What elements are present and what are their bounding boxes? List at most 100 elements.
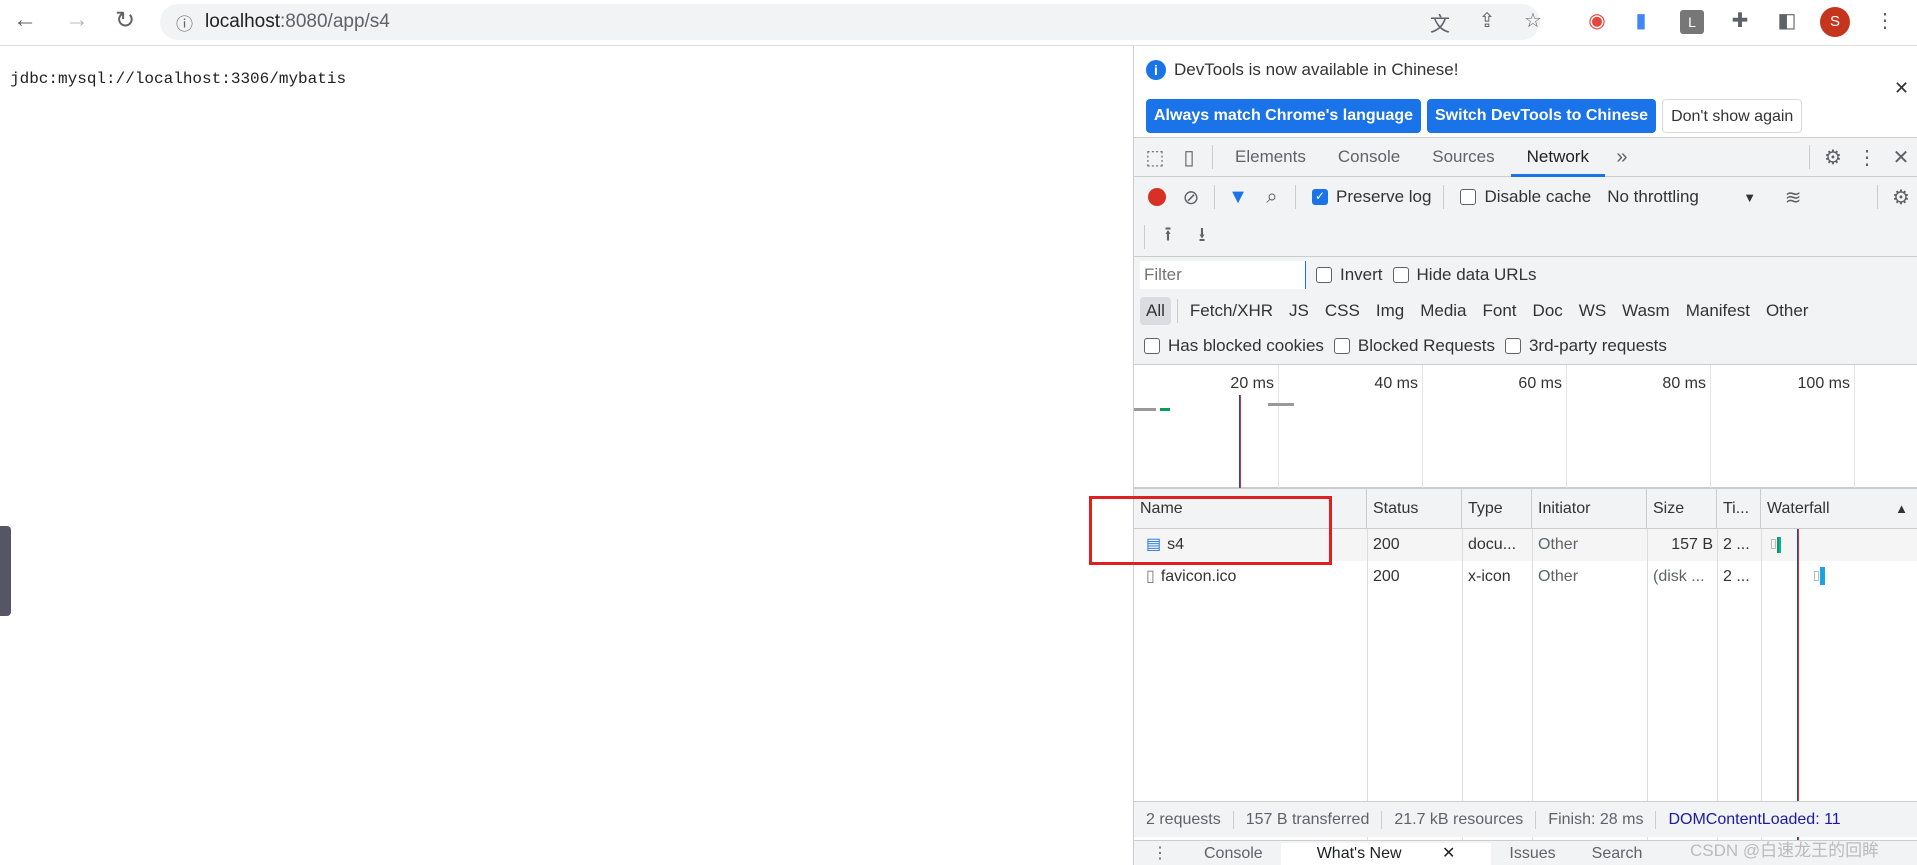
type-filter-other[interactable]: Other xyxy=(1760,297,1815,325)
type-filter-ws[interactable]: WS xyxy=(1573,297,1612,325)
close-devtools-icon[interactable]: ✕ xyxy=(1884,145,1917,170)
request-name[interactable]: ▯ favicon.ico xyxy=(1140,561,1236,593)
drawer-tab-whats-new[interactable]: What's New ✕ xyxy=(1280,843,1492,865)
side-panel-icon[interactable]: ◧ xyxy=(1772,8,1802,33)
tab-elements[interactable]: Elements xyxy=(1219,137,1322,177)
info-icon[interactable]: ⓘ xyxy=(176,10,193,35)
filter-icon[interactable]: ▼ xyxy=(1221,186,1255,209)
export-har-icon[interactable]: ⭳ xyxy=(1185,220,1219,254)
invert-checkbox[interactable] xyxy=(1316,267,1332,283)
forward-icon[interactable]: → xyxy=(60,6,94,34)
side-widget[interactable] xyxy=(0,526,11,616)
share-icon[interactable]: ⇪ xyxy=(1472,8,1502,33)
clear-icon[interactable]: ⊘ xyxy=(1174,185,1208,210)
drawer-tab-console[interactable]: Console xyxy=(1186,843,1281,865)
tick-label: 40 ms xyxy=(1374,375,1418,392)
dont-show-again-button[interactable]: Don't show again xyxy=(1662,99,1803,133)
column-size[interactable]: Size xyxy=(1647,489,1717,529)
request-time: 2 ... xyxy=(1723,568,1750,585)
address-bar[interactable]: ⓘ localhost:8080/app/s4 xyxy=(160,4,1540,40)
settings-gear-icon[interactable]: ⚙ xyxy=(1816,145,1850,170)
inspect-element-icon[interactable]: ⬚ xyxy=(1138,145,1172,170)
info-icon: i xyxy=(1146,60,1166,80)
bookmark-star-icon[interactable]: ☆ xyxy=(1518,8,1548,33)
extension-l-icon[interactable]: L xyxy=(1680,10,1704,34)
column-time[interactable]: Ti... xyxy=(1717,489,1761,529)
request-status: 200 xyxy=(1373,536,1400,553)
banner-buttons: Always match Chrome's language Switch De… xyxy=(1134,98,1917,134)
tab-network[interactable]: Network xyxy=(1510,137,1605,177)
type-filter-doc[interactable]: Doc xyxy=(1527,297,1569,325)
more-options-icon[interactable]: ⋮ xyxy=(1850,145,1884,170)
drawer-menu-icon[interactable]: ⋮ xyxy=(1134,843,1186,865)
translate-icon[interactable]: 文 xyxy=(1425,8,1455,37)
type-filter-css[interactable]: CSS xyxy=(1319,297,1366,325)
network-summary-bar: 2 requests 157 B transferred 21.7 kB res… xyxy=(1134,801,1917,837)
always-match-language-button[interactable]: Always match Chrome's language xyxy=(1146,99,1421,133)
tab-sources[interactable]: Sources xyxy=(1416,137,1510,177)
drawer-tab-issues[interactable]: Issues xyxy=(1491,843,1573,865)
type-filter-font[interactable]: Font xyxy=(1477,297,1523,325)
type-filter-all[interactable]: All xyxy=(1140,297,1171,325)
request-type: docu... xyxy=(1468,536,1517,553)
disable-cache-checkbox[interactable] xyxy=(1460,189,1477,205)
sort-ascending-icon: ▲ xyxy=(1895,501,1908,516)
puzzle-extensions-icon[interactable]: ✚ xyxy=(1725,8,1755,33)
dropdown-arrow-icon[interactable]: ▼ xyxy=(1743,190,1756,205)
type-filter-wasm[interactable]: Wasm xyxy=(1616,297,1676,325)
waterfall-bar xyxy=(1820,567,1825,585)
overview-bar xyxy=(1160,408,1170,411)
avatar[interactable]: S xyxy=(1820,7,1850,37)
preserve-log-checkbox[interactable]: ✓ xyxy=(1312,189,1328,205)
back-icon[interactable]: ← xyxy=(8,6,42,34)
type-filter-fetch-xhr[interactable]: Fetch/XHR xyxy=(1184,297,1279,325)
device-toolbar-icon[interactable]: ▯ xyxy=(1172,145,1206,170)
extension-bars-icon[interactable]: ▮ xyxy=(1626,8,1656,33)
network-overview-timeline[interactable]: 20 ms 40 ms 60 ms 80 ms 100 ms xyxy=(1134,364,1917,489)
drawer-tab-search[interactable]: Search xyxy=(1574,843,1661,865)
request-size: (disk ... xyxy=(1653,568,1705,585)
hide-data-urls-checkbox[interactable] xyxy=(1392,267,1409,283)
page-content-text: jdbc:mysql://localhost:3306/mybatis xyxy=(10,70,347,88)
devtools-tabbar: ⬚ ▯ Elements Console Sources Network » ⚙… xyxy=(1134,137,1917,177)
column-initiator[interactable]: Initiator xyxy=(1532,489,1647,529)
close-tab-icon[interactable]: ✕ xyxy=(1424,845,1473,862)
import-har-icon[interactable]: ⭱ xyxy=(1151,220,1185,254)
banner-message-row: i DevTools is now available in Chinese! xyxy=(1134,50,1917,90)
request-time: 2 ... xyxy=(1723,536,1750,553)
reload-icon[interactable]: ↻ xyxy=(108,6,142,35)
highlight-annotation-box xyxy=(1089,496,1332,565)
type-filter-manifest[interactable]: Manifest xyxy=(1680,297,1756,325)
blocked-requests-checkbox[interactable] xyxy=(1333,338,1350,354)
overview-bar xyxy=(1268,403,1294,406)
search-icon[interactable]: ⌕ xyxy=(1255,186,1289,209)
tab-console[interactable]: Console xyxy=(1322,137,1416,177)
waterfall-bar-queue xyxy=(1771,539,1776,549)
request-initiator: Other xyxy=(1538,568,1579,585)
more-tabs-icon[interactable]: » xyxy=(1605,146,1639,169)
load-marker-line xyxy=(1239,395,1241,488)
network-settings-icon[interactable]: ⚙ xyxy=(1884,185,1917,210)
waterfall-bar xyxy=(1777,537,1781,553)
type-filter-img[interactable]: Img xyxy=(1370,297,1410,325)
chrome-extension-icon[interactable]: ◉ xyxy=(1582,8,1612,33)
column-waterfall[interactable]: Waterfall ▲ xyxy=(1761,489,1917,529)
import-export-row: ⭱ ⭳ xyxy=(1134,217,1917,257)
type-filter-js[interactable]: JS xyxy=(1283,297,1315,325)
tick-label: 60 ms xyxy=(1518,375,1562,392)
record-icon[interactable] xyxy=(1140,186,1174,209)
request-size: 157 B xyxy=(1671,536,1713,553)
network-toolbar: ⊘ ▼ ⌕ ✓ Preserve log Disable cache No thr… xyxy=(1134,177,1917,217)
type-filter-media[interactable]: Media xyxy=(1414,297,1472,325)
filter-input[interactable] xyxy=(1140,261,1306,289)
close-banner-icon[interactable]: ✕ xyxy=(1894,78,1909,99)
has-blocked-cookies-checkbox[interactable] xyxy=(1144,338,1160,354)
column-type[interactable]: Type xyxy=(1462,489,1532,529)
third-party-requests-checkbox[interactable] xyxy=(1504,338,1521,354)
switch-to-chinese-button[interactable]: Switch DevTools to Chinese xyxy=(1427,99,1657,133)
throttling-select[interactable]: No throttling xyxy=(1607,187,1743,207)
column-status[interactable]: Status xyxy=(1367,489,1462,529)
menu-icon[interactable]: ⋮ xyxy=(1870,8,1900,33)
network-conditions-icon[interactable]: ≋ xyxy=(1776,185,1810,210)
load-marker-line xyxy=(1797,529,1799,847)
